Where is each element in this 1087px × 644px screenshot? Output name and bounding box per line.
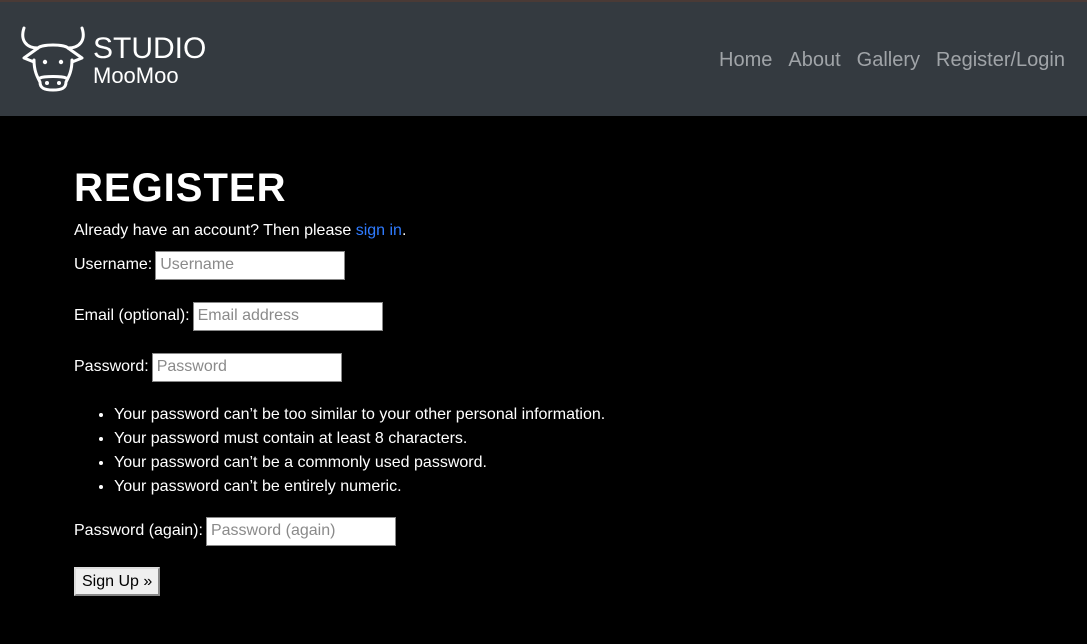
nav-link-register-login[interactable]: Register/Login [936, 48, 1065, 72]
cow-head-icon [21, 26, 85, 92]
nav-link-home[interactable]: Home [719, 48, 772, 72]
password-input[interactable] [151, 352, 342, 382]
brand-name-line2: MooMoo [93, 63, 179, 88]
username-label: Username: [74, 256, 153, 273]
password-help-item: Your password can’t be a commonly used p… [114, 451, 974, 475]
main-content: REGISTER Already have an account? Then p… [74, 164, 974, 596]
nav-link-gallery[interactable]: Gallery [857, 48, 920, 72]
password-again-label: Password (again): [74, 522, 203, 539]
password-help-item: Your password can’t be entirely numeric. [114, 475, 974, 499]
password-label: Password: [74, 358, 149, 375]
brand-logo[interactable]: STUDIO MooMoo [18, 24, 208, 94]
register-form: Username: Email (optional): Password: Yo… [74, 250, 974, 596]
password-row: Password: [74, 352, 974, 382]
username-input[interactable] [155, 250, 346, 280]
brand-name-line1: STUDIO [93, 32, 207, 65]
intro-prefix: Already have an account? Then please [74, 222, 356, 239]
nav-link-about[interactable]: About [788, 48, 840, 72]
sign-up-button[interactable]: Sign Up » [74, 567, 161, 596]
email-label: Email (optional): [74, 307, 190, 324]
email-row: Email (optional): [74, 301, 974, 331]
page-title: REGISTER [74, 166, 287, 210]
username-row: Username: [74, 250, 974, 280]
sign-in-link[interactable]: sign in [356, 222, 402, 239]
intro-suffix: . [401, 222, 407, 239]
password-help-list: Your password can’t be too similar to yo… [74, 403, 974, 499]
password-again-row: Password (again): [74, 516, 974, 546]
main-nav: Home About Gallery Register/Login [719, 48, 1065, 72]
password-again-input[interactable] [205, 516, 396, 546]
password-help-item: Your password can’t be too similar to yo… [114, 403, 974, 427]
email-input[interactable] [192, 301, 383, 331]
navbar: STUDIO MooMoo Home About Gallery Registe… [0, 0, 1087, 116]
password-help-item: Your password must contain at least 8 ch… [114, 427, 974, 451]
intro-text: Already have an account? Then please sig… [74, 220, 974, 242]
